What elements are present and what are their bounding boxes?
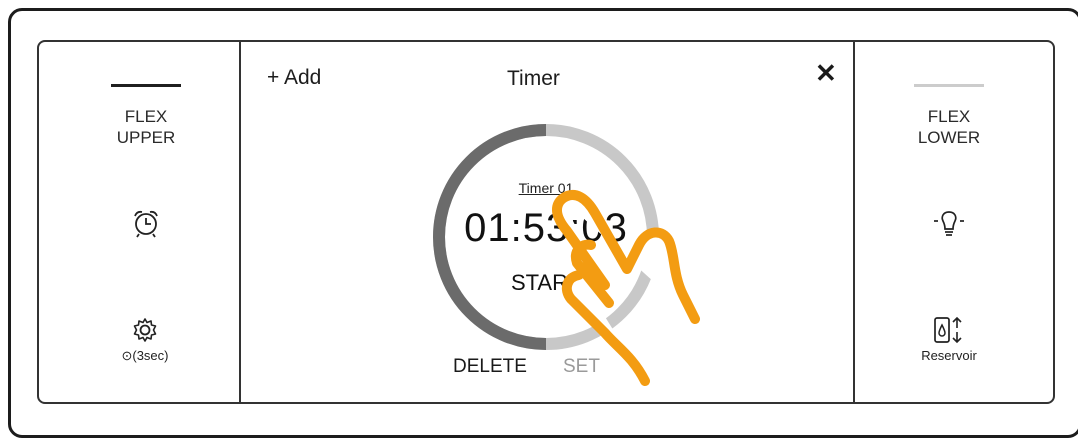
delete-button[interactable]: DELETE	[453, 356, 527, 378]
gear-icon	[133, 318, 157, 342]
light-bulb-icon[interactable]	[932, 208, 966, 240]
alarm-clock-icon[interactable]	[131, 208, 161, 238]
flex-upper-indicator-bar	[111, 84, 181, 87]
timer-title: Timer	[507, 67, 560, 90]
flex-lower-label-line2: LOWER	[917, 128, 981, 147]
flex-lower-indicator-bar	[914, 84, 984, 87]
flex-upper-label-line1: FLEX	[124, 107, 168, 126]
left-divider	[239, 42, 241, 402]
reservoir-icon	[934, 316, 962, 344]
reservoir-label: Reservoir	[921, 348, 977, 363]
pointing-hand-icon	[552, 190, 700, 386]
add-timer-button[interactable]: + Add	[267, 66, 321, 90]
flex-lower-label: FLEX LOWER	[849, 106, 1049, 148]
flex-lower-label-line1: FLEX	[927, 107, 971, 126]
lock-3sec-label: ⊙(3sec)	[121, 348, 169, 363]
right-divider	[853, 42, 855, 402]
close-icon[interactable]: ✕	[815, 58, 837, 89]
flex-upper-label-line2: UPPER	[116, 128, 176, 147]
flex-upper-label: FLEX UPPER	[46, 106, 246, 148]
